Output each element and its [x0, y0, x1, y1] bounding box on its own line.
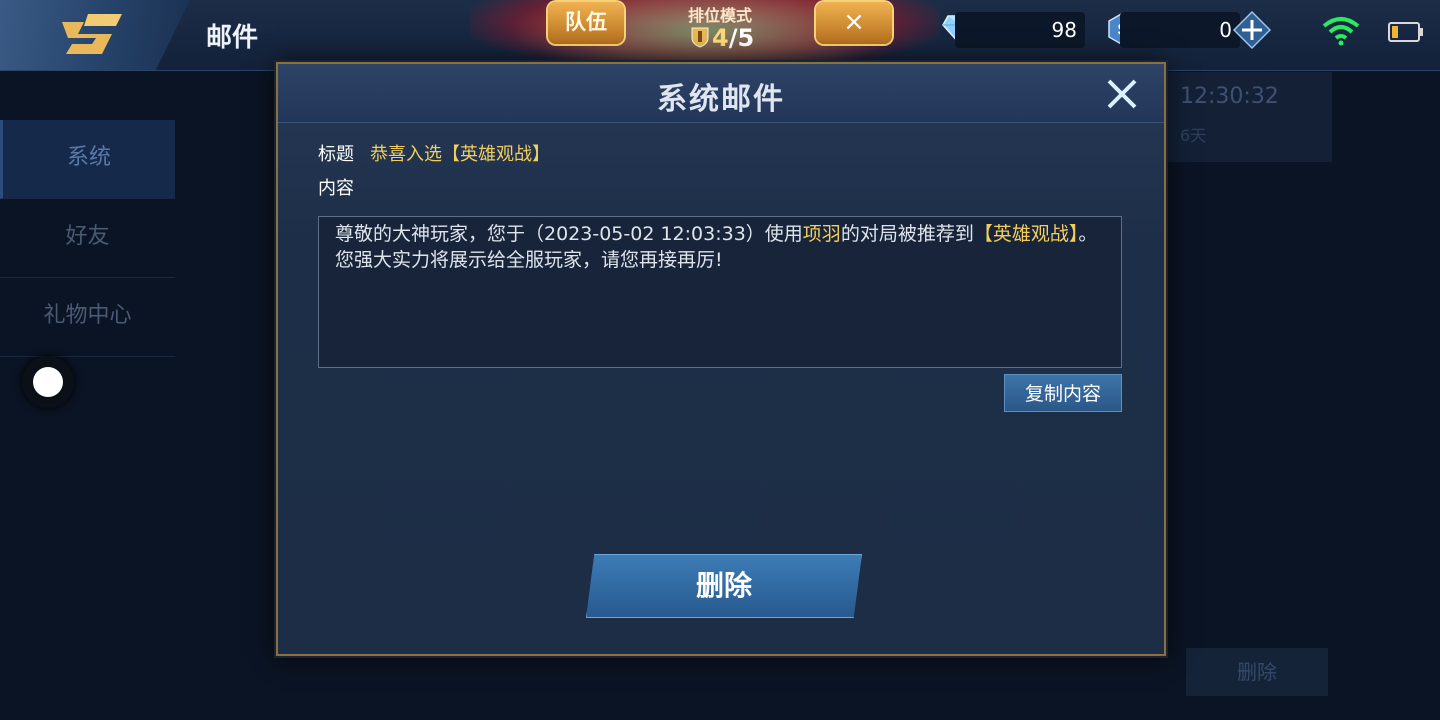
back-arrow-icon[interactable] [58, 12, 126, 60]
content-highlight: 【英雄观战】 [973, 223, 1079, 245]
rank-shield-icon [690, 26, 710, 48]
voucher-value: 0 [1219, 18, 1232, 42]
content-text: 尊敬的大神玩家，您于（2023-05-02 12:03:33）使用 [335, 223, 803, 245]
sidebar-item-friends[interactable]: 好友 [0, 199, 175, 278]
mail-time: 12:30:32 [1180, 84, 1279, 109]
team-tab[interactable]: 队伍 [548, 2, 624, 44]
floating-assistive-button[interactable] [22, 356, 74, 408]
sidebar-item-system[interactable]: 系统 [0, 120, 175, 199]
sidebar-item-gift-center[interactable]: 礼物中心 [0, 278, 175, 357]
content-text: 您强大实力将展示给全服玩家，请您再接再厉! [335, 249, 723, 271]
copy-content-button[interactable]: 复制内容 [1004, 374, 1122, 412]
hero-name: 项羽 [802, 223, 841, 245]
mail-content-box: 尊敬的大神玩家，您于（2023-05-02 12:03:33）使用项羽的对局被推… [318, 216, 1122, 368]
page-title: 邮件 [206, 23, 259, 53]
voucher-counter: 0 [1120, 12, 1240, 48]
content-text: 。 [1078, 223, 1098, 245]
mail-expiry: 6天 [1180, 126, 1207, 145]
mail-category-sidebar: 系统 好友 礼物中心 [0, 120, 175, 357]
subject-label: 标题 [318, 144, 354, 165]
rank-count: 4/5 [690, 24, 760, 52]
dialog-title: 系统邮件 [657, 82, 785, 117]
content-label: 内容 [318, 178, 354, 199]
rank-total: /5 [728, 24, 755, 52]
rank-mode-label: 排位模式 [687, 6, 752, 25]
rank-current: 4 [712, 24, 729, 52]
diamond-value: 98 [1051, 18, 1077, 42]
content-text: 的对局被推荐到 [840, 223, 974, 245]
battery-icon [1388, 22, 1424, 46]
wifi-icon [1322, 16, 1360, 50]
subject-value: 恭喜入选【英雄观战】 [370, 144, 550, 165]
system-mail-dialog: 系统邮件 标题 恭喜入选【英雄观战】 内容 尊敬的大神玩家，您于（2023-05… [276, 62, 1166, 656]
diamond-counter: 98 [955, 12, 1085, 48]
close-tab-button[interactable]: × [816, 2, 892, 44]
delete-button[interactable]: 删除 [586, 554, 862, 618]
background-delete-button[interactable]: 删除 [1186, 648, 1328, 696]
close-icon[interactable] [1104, 76, 1140, 116]
add-currency-plus-icon[interactable] [1232, 10, 1272, 54]
